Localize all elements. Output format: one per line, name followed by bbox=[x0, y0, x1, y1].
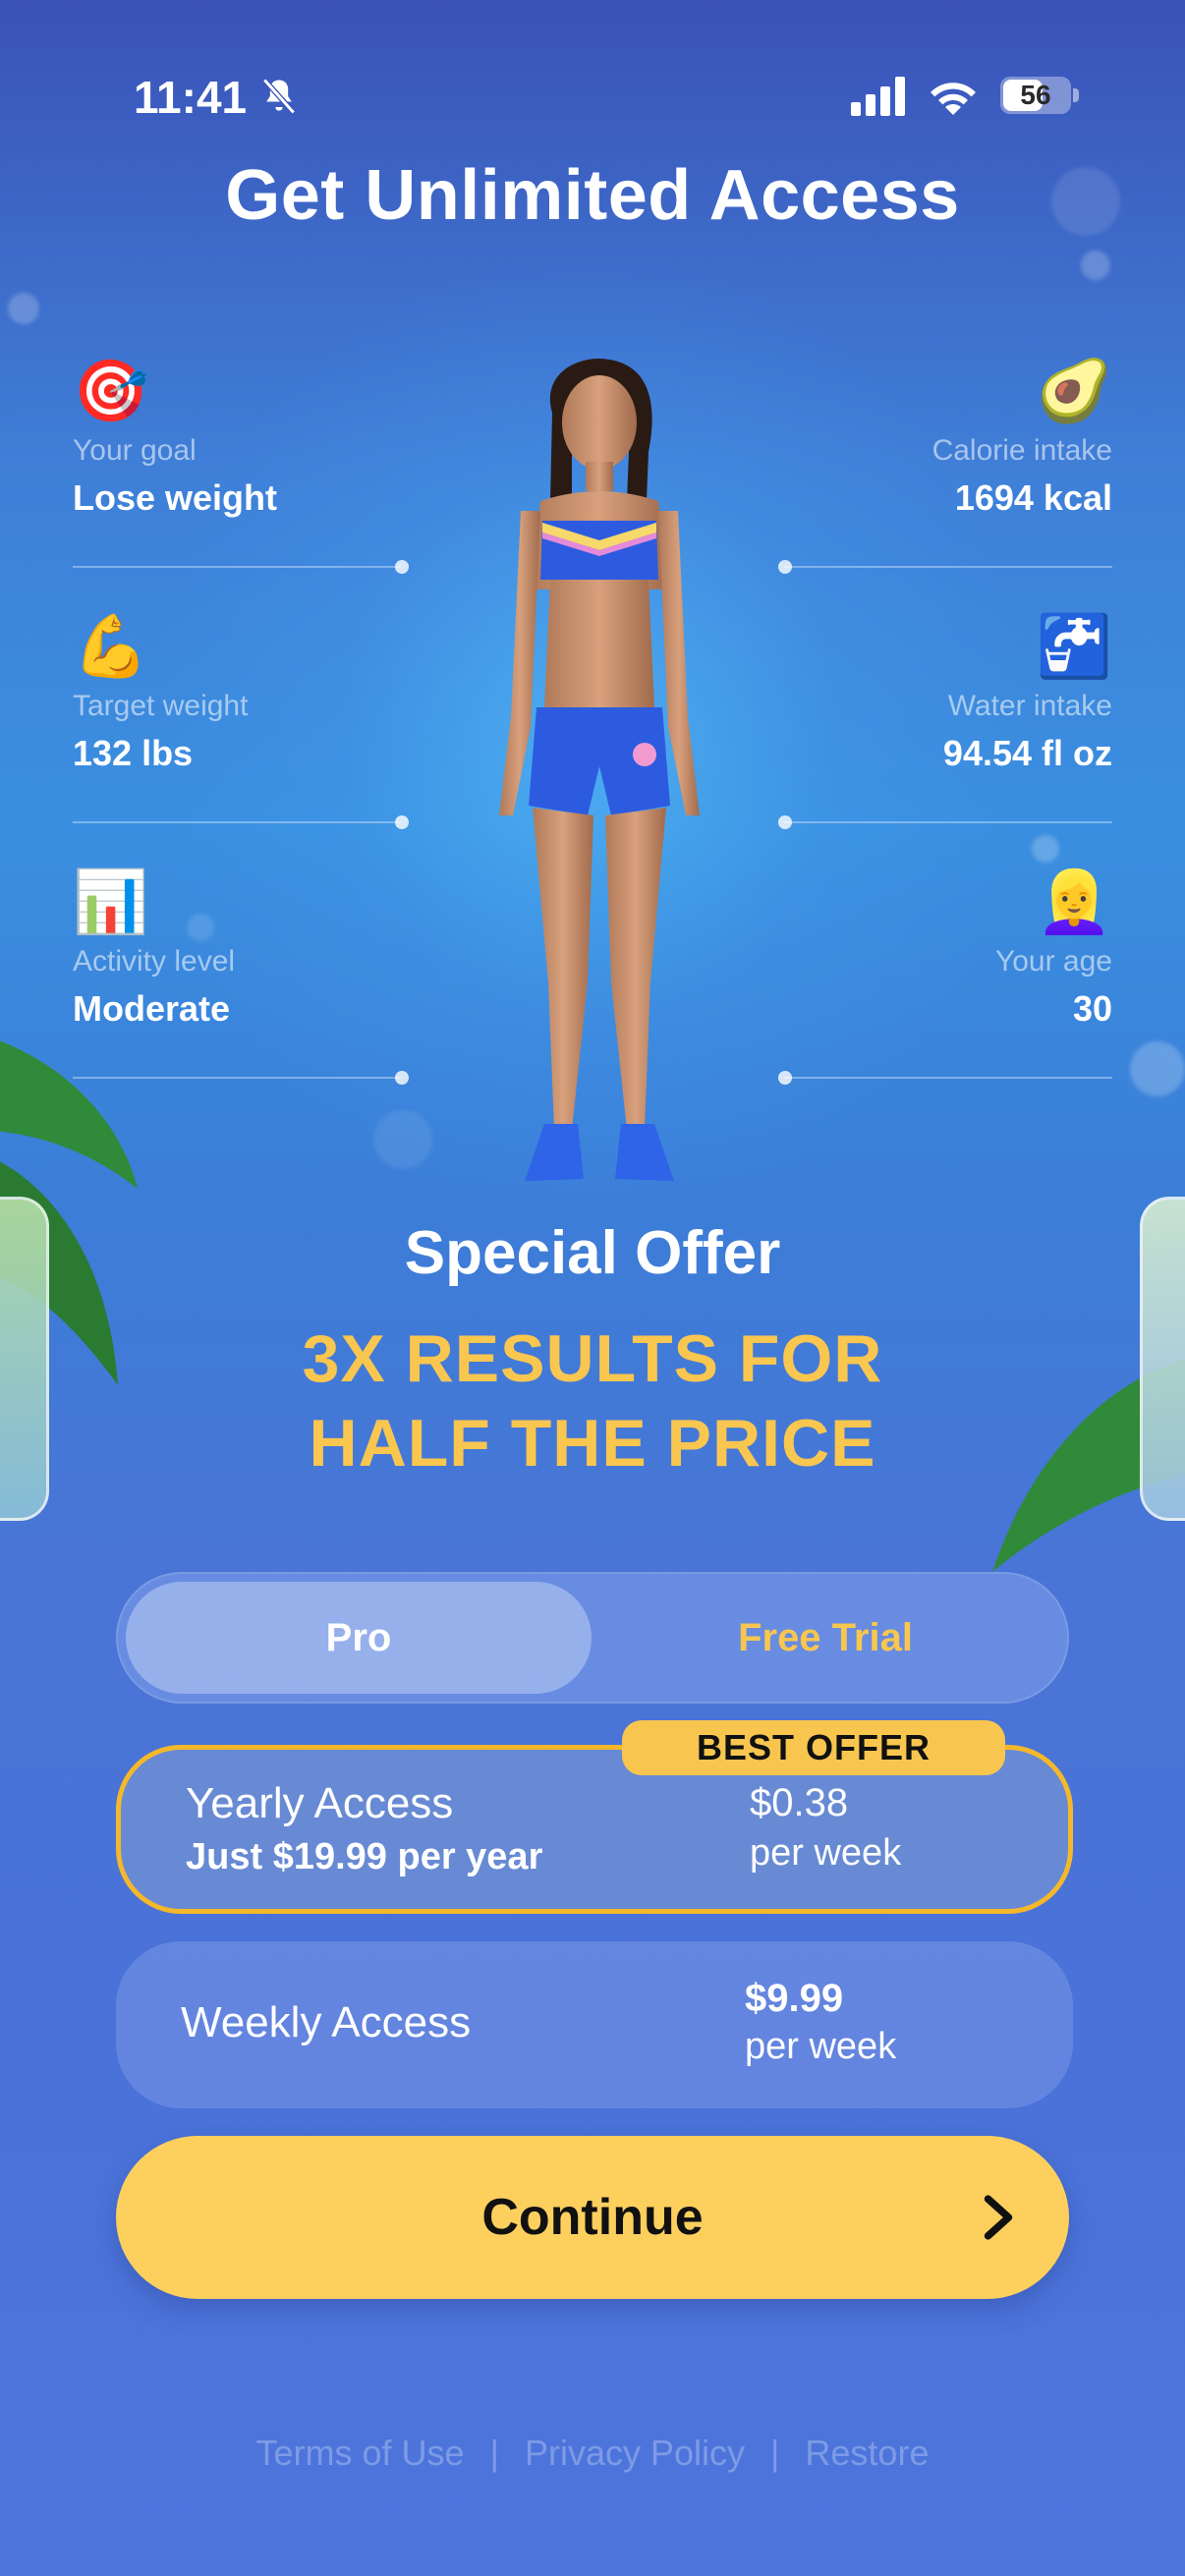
status-time: 11:41 bbox=[134, 72, 248, 123]
battery-icon: 56 bbox=[1000, 77, 1079, 114]
flexed-arm-icon: 💪 bbox=[73, 613, 149, 681]
continue-label: Continue bbox=[481, 2189, 704, 2246]
stat-age: 👱‍♀️ Your age 30 bbox=[778, 868, 1112, 1085]
connector-dot bbox=[778, 815, 792, 829]
plan-price-unit: per week bbox=[750, 1832, 902, 1874]
stat-value: 132 lbs bbox=[73, 733, 194, 773]
plan-weekly-option[interactable]: Weekly Access $9.99 per week bbox=[116, 1941, 1073, 2108]
stat-value: Lose weight bbox=[73, 477, 278, 518]
water-tap-icon: 🚰 bbox=[1036, 613, 1112, 681]
target-icon: 🎯 bbox=[73, 358, 149, 425]
bubble bbox=[8, 293, 39, 324]
stat-value: 30 bbox=[1072, 988, 1112, 1029]
plan-subtitle: Just $19.99 per year bbox=[186, 1836, 543, 1877]
continue-button[interactable]: Continue bbox=[116, 2136, 1069, 2299]
headline-line: HALF THE PRICE bbox=[309, 1406, 876, 1481]
battery-level: 56 bbox=[1020, 80, 1051, 110]
stat-label: Your goal bbox=[73, 434, 197, 467]
separator: | bbox=[770, 2433, 780, 2473]
headline-line: 3X RESULTS FOR bbox=[302, 1321, 883, 1396]
bubble bbox=[1081, 251, 1110, 280]
connector-dot bbox=[778, 1071, 792, 1085]
connector-dot bbox=[395, 815, 409, 829]
plan-price: $9.99 bbox=[745, 1977, 844, 2020]
divider bbox=[784, 821, 1112, 823]
restore-link[interactable]: Restore bbox=[805, 2433, 929, 2473]
plan-yearly-option[interactable]: BEST OFFER Yearly Access Just $19.99 per… bbox=[116, 1720, 1073, 1914]
bubble bbox=[1130, 1041, 1185, 1096]
plan-type-segmented-control: Pro Free Trial bbox=[116, 1572, 1069, 1704]
divider bbox=[73, 566, 401, 568]
body-avatar bbox=[499, 358, 700, 1181]
plan-name: Yearly Access bbox=[186, 1779, 454, 1827]
tab-pro[interactable]: Pro bbox=[126, 1582, 592, 1694]
stat-label: Your age bbox=[994, 945, 1112, 978]
plan-price-unit: per week bbox=[745, 2026, 897, 2067]
best-offer-badge: BEST OFFER bbox=[622, 1720, 1005, 1775]
privacy-policy-link[interactable]: Privacy Policy bbox=[525, 2433, 745, 2473]
plan-price: $0.38 bbox=[750, 1781, 849, 1824]
special-offer-title: Special Offer bbox=[404, 1219, 781, 1287]
bubble bbox=[373, 1110, 432, 1169]
stat-water: 🚰 Water intake 94.54 fl oz bbox=[778, 613, 1112, 829]
stat-label: Calorie intake bbox=[931, 434, 1112, 467]
footer-links: Terms of Use | Privacy Policy | Restore bbox=[0, 2433, 1185, 2474]
tab-free-trial[interactable]: Free Trial bbox=[592, 1582, 1059, 1694]
bar-chart-icon: 📊 bbox=[73, 868, 149, 936]
cellular-signal-icon bbox=[851, 77, 905, 116]
stat-target-weight: 💪 Target weight 132 lbs bbox=[73, 613, 409, 829]
divider bbox=[784, 1077, 1112, 1079]
avocado-icon: 🥑 bbox=[1036, 358, 1112, 425]
chevron-right-icon bbox=[984, 2195, 1013, 2240]
divider bbox=[784, 566, 1112, 568]
terms-of-use-link[interactable]: Terms of Use bbox=[256, 2433, 465, 2473]
wifi-icon bbox=[931, 83, 976, 115]
woman-icon: 👱‍♀️ bbox=[1036, 868, 1112, 936]
offer-headline: 3X RESULTS FOR HALF THE PRICE bbox=[0, 1316, 1185, 1485]
divider bbox=[73, 821, 401, 823]
stat-value: 94.54 fl oz bbox=[942, 733, 1112, 773]
stat-goal: 🎯 Your goal Lose weight bbox=[73, 358, 409, 574]
connector-dot bbox=[778, 560, 792, 574]
stat-calorie: 🥑 Calorie intake 1694 kcal bbox=[778, 358, 1112, 574]
separator: | bbox=[489, 2433, 499, 2473]
stat-label: Activity level bbox=[73, 945, 236, 978]
connector-dot bbox=[395, 560, 409, 574]
stat-label: Target weight bbox=[73, 690, 249, 722]
stat-label: Water intake bbox=[947, 690, 1112, 722]
status-bar: 11:41 56 bbox=[0, 0, 1185, 123]
page-title: Get Unlimited Access bbox=[225, 156, 960, 235]
bell-slash-icon bbox=[262, 78, 296, 115]
plan-name: Weekly Access bbox=[181, 1998, 472, 2046]
battery-tip bbox=[1073, 88, 1079, 102]
bubble bbox=[1032, 835, 1059, 863]
stat-value: 1694 kcal bbox=[954, 477, 1112, 518]
connector-dot bbox=[395, 1071, 409, 1085]
